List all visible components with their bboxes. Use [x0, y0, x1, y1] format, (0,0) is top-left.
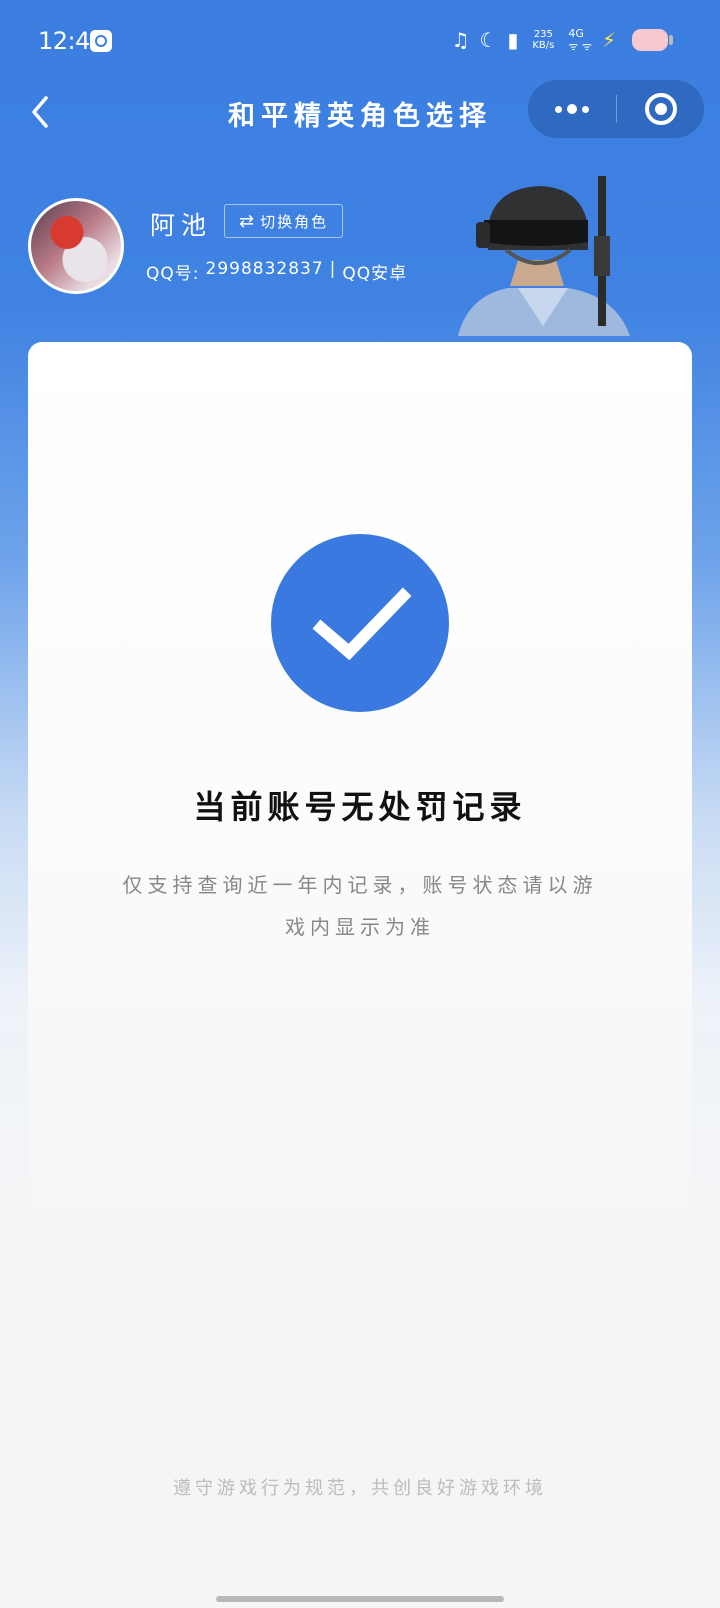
soldier-illustration: [458, 176, 630, 336]
close-mini-program-button[interactable]: [617, 80, 704, 138]
qq-platform: QQ安卓: [342, 264, 408, 284]
profile-section: 阿池 ⇄ 切换角色 QQ号: 2998832837 | QQ安卓: [0, 176, 720, 342]
net-speed: 235 KB/s: [532, 29, 554, 51]
nav-header: 和平精英角色选择: [0, 80, 720, 144]
moon-icon: ☾: [479, 28, 498, 52]
music-icon: ♫: [451, 28, 470, 52]
footer-note: 遵守游戏行为规范，共创良好游戏环境: [173, 1478, 547, 1499]
mini-program-capsule: [528, 80, 704, 138]
charging-icon: ⚡: [601, 28, 616, 52]
status-bar: 12:45 ♫ ☾ ▮ 235 KB/s 4G ᯤ ᯤ ⚡: [0, 0, 720, 84]
qq-separator: |: [329, 259, 337, 279]
result-card: 当前账号无处罚记录 仅支持查询近一年内记录，账号状态请以游戏内显示为准 遵守游戏…: [28, 342, 692, 1608]
result-title: 当前账号无处罚记录: [193, 788, 527, 826]
net-speed-unit: KB/s: [532, 40, 555, 51]
system-icons: ♫ ☾ ▮ 235 KB/s 4G ᯤ ᯤ ⚡: [451, 26, 673, 54]
battery-icon: [632, 29, 673, 51]
signal-icon: ᯤ ᯤ: [568, 40, 592, 53]
more-dot-icon: [582, 105, 589, 113]
switch-arrows-icon: ⇄: [239, 210, 255, 232]
more-dot-icon: [555, 105, 562, 113]
qq-info: QQ号: 2998832837 | QQ安卓: [146, 259, 407, 284]
avatar: [28, 198, 124, 294]
user-name: 阿池: [150, 211, 213, 240]
network-label: 4G: [568, 27, 584, 40]
more-options-button[interactable]: [528, 80, 616, 138]
success-check-icon: [271, 534, 449, 712]
switch-role-label: 切换角色: [260, 212, 329, 231]
switch-role-button[interactable]: ⇄ 切换角色: [224, 204, 344, 238]
more-dot-icon: [567, 104, 577, 114]
home-indicator[interactable]: [216, 1596, 504, 1602]
net-speed-value: 235: [533, 29, 553, 40]
target-icon: [644, 93, 677, 125]
qq-label: QQ号:: [146, 264, 200, 284]
vibrate-icon: ▮: [507, 28, 519, 52]
app-notification-icon: [90, 30, 112, 52]
result-description: 仅支持查询近一年内记录，账号状态请以游戏内显示为准: [122, 873, 598, 939]
network-type: 4G ᯤ ᯤ: [568, 27, 592, 53]
qq-number: 2998832837: [205, 259, 324, 279]
